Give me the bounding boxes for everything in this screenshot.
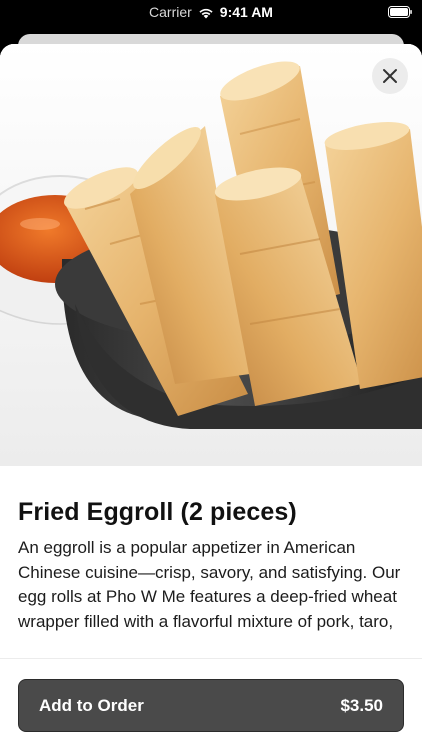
- item-photo: [0, 44, 422, 466]
- wifi-icon: [198, 6, 214, 19]
- add-to-order-button[interactable]: Add to Order $3.50: [18, 679, 404, 732]
- close-icon: [382, 68, 398, 84]
- order-footer: Add to Order $3.50: [0, 658, 422, 750]
- status-bar: Carrier 9:41 AM: [0, 0, 422, 26]
- close-button[interactable]: [372, 58, 408, 94]
- battery-icon: [388, 5, 412, 18]
- carrier-label: Carrier: [149, 4, 192, 20]
- item-description: An eggroll is a popular appetizer in Ame…: [18, 538, 401, 631]
- add-to-order-label: Add to Order: [39, 695, 144, 715]
- status-time: 9:41 AM: [219, 4, 273, 20]
- item-details: Fried Eggroll (2 pieces) An eggroll is a…: [0, 466, 422, 634]
- item-price: $3.50: [340, 695, 383, 715]
- item-detail-sheet: Fried Eggroll (2 pieces) An eggroll is a…: [0, 44, 422, 750]
- item-title: Fried Eggroll (2 pieces): [18, 498, 297, 526]
- status-center: Carrier 9:41 AM: [0, 4, 422, 20]
